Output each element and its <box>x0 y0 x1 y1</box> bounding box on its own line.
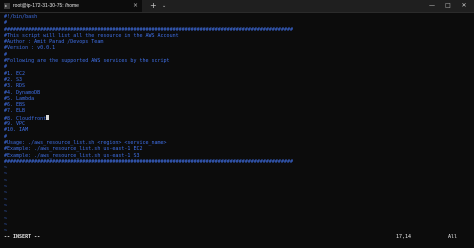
terminal-tab[interactable]: root@ip-172-31-30-75: /home × <box>0 0 142 12</box>
maximize-button[interactable]: □ <box>442 1 454 10</box>
text-cursor <box>46 114 50 121</box>
close-window-button[interactable]: ✕ <box>458 1 470 10</box>
vim-editor[interactable]: #!/bin/bash # ##########################… <box>4 14 472 234</box>
new-tab-button[interactable]: + <box>150 1 157 10</box>
cursor-position: 17,14 <box>396 234 412 240</box>
vim-statusbar: -- INSERT -- 17,14 All <box>0 232 474 242</box>
window-titlebar: root@ip-172-31-30-75: /home × + ⌄ — □ ✕ <box>0 0 474 13</box>
tab-title: root@ip-172-31-30-75: /home <box>13 3 79 9</box>
terminal-icon <box>4 3 10 9</box>
minimize-button[interactable]: — <box>426 1 438 10</box>
tab-close-icon[interactable]: × <box>133 2 138 10</box>
scroll-indicator: All <box>448 234 458 240</box>
tab-dropdown-icon[interactable]: ⌄ <box>162 2 166 10</box>
insert-mode-indicator: -- INSERT -- <box>4 234 41 240</box>
